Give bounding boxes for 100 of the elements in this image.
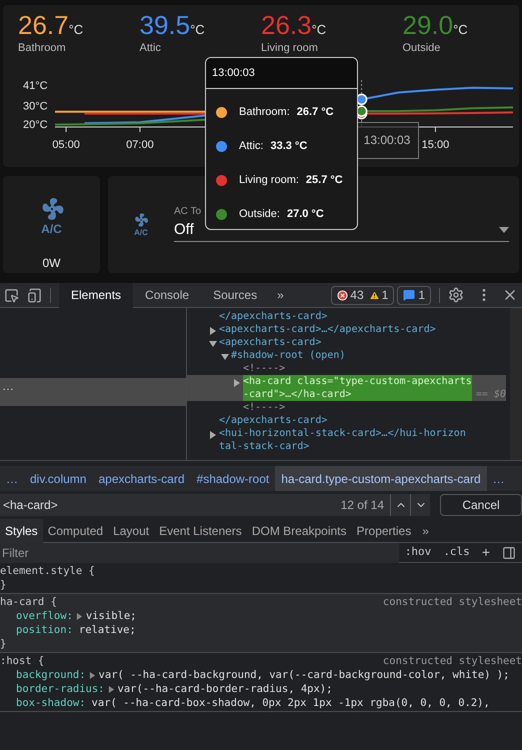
breadcrumb[interactable]: #shadow-root [190,466,276,491]
dom-node[interactable]: </apexcharts-card> [219,414,328,427]
caret-icon [499,227,509,233]
disclosure-triangle-icon[interactable] [209,431,217,439]
error-icon [337,290,348,300]
sensor-label: Living room [261,41,319,56]
breadcrumb[interactable]: ha-card.type-custom-apexcharts-card [275,466,487,491]
property-name: border-radius: [16,682,105,696]
search-field[interactable]: <ha-card> 12 of 14 [0,494,390,516]
disclosure-triangle-icon[interactable] [209,340,217,348]
rule-close: } [0,637,8,651]
rule-close: } [0,578,8,592]
series-value: 26.7 °C [296,104,334,120]
property-name: position: [16,623,73,637]
filter-field[interactable]: Filter [0,542,399,562]
fan-icon [133,212,149,228]
sidebar-tab[interactable]: Event Listeners [154,518,247,542]
series-name: Outside: [239,206,280,222]
expand-arrow-icon[interactable] [108,686,115,693]
sensor-label: Bathroom [18,41,67,56]
sidebar-tab[interactable]: Computed [42,518,108,542]
panel-tab[interactable]: Console [133,282,202,308]
match-count: 12 of 14 [340,497,385,514]
series-name: Living room: [239,172,299,188]
power-card[interactable]: A/C 0W [3,176,100,273]
dom-node[interactable]: #shadow-root (open) [231,349,346,362]
search-query: <ha-card> [3,497,59,514]
sensor-label: Outside [402,41,440,56]
x-axis-label: 05:00 [52,138,80,150]
x-axis-label: 15:00 [422,138,450,150]
series-name: Attic: [239,138,264,154]
unit-label: °C [190,21,205,39]
inspect-icon[interactable] [4,288,19,302]
more-tabs-button[interactable]: » [269,286,292,304]
class-button[interactable]: .cls [437,544,476,561]
panel-tab[interactable]: Elements [59,282,134,308]
sidebar-tab[interactable]: Layout [108,518,154,542]
select-value: Off [174,220,194,240]
crosshair-label: 13:00:03 [355,122,419,158]
series-value: 25.7 °C [306,172,343,188]
rule-selector: :host { [0,654,44,668]
y-axis-label: 41°C [23,80,48,92]
disclosure-triangle-icon[interactable] [233,379,241,387]
series-value: 27.0 °C [286,206,324,222]
sidebar-tab[interactable]: DOM Breakpoints [246,518,352,542]
dom-node[interactable]: <hui-horizontal-stack-card>…</hui-horizontal-stack-card> [219,427,469,453]
unit-label: °C [312,21,326,39]
breadcrumb[interactable]: div.column [24,466,92,491]
dom-node[interactable]: <apexcharts-card> [219,336,322,349]
comment-node[interactable]: <!----> [243,362,286,375]
x-axis-label: 07:00 [126,138,154,150]
expand-arrow-icon[interactable] [88,672,96,679]
settings-icon[interactable] [448,287,464,303]
next-match-button[interactable] [410,494,430,516]
property-name: box-shadow: [16,696,86,710]
power-reading: 0W [42,255,60,272]
temperature-value: 29.0 [402,10,454,40]
hover-state-button[interactable]: :hov [398,544,438,561]
tooltip-title: 13:00:03 [206,58,357,89]
sidebar-toggle-icon[interactable] [502,546,516,560]
page-row: … [0,378,186,406]
property-value: var( --ha-card-box-shadow, 0px 2px 1px -1px rgba(0, 0, 0, 0.2), [92,696,490,710]
rule-source: constructed stylesheet [382,654,522,668]
property-name: overflow: [16,609,73,623]
scrollbar[interactable] [510,308,522,460]
expand-arrow-icon[interactable] [76,613,83,620]
previous-match-button[interactable] [390,494,410,516]
property-value: var( --ha-card-background, var(--card-background-color, white) ); [98,668,510,682]
temperature-value: 26.3 [261,10,312,40]
warning-icon [368,290,380,300]
temperature-value: 39.5 [140,10,190,40]
breadcrumb[interactable]: … [0,466,24,491]
comment-node[interactable]: <!----> [243,401,286,414]
series-name: Bathroom: [239,104,290,120]
dom-node[interactable]: <apexcharts-card>…</apexcharts-card> [219,323,436,336]
warning-count: 1 [382,287,388,304]
messages-badge[interactable]: 1 [397,286,431,304]
more-tabs-button[interactable]: » [416,522,435,540]
unit-label: °C [68,21,84,39]
error-count: 43 [350,287,364,304]
new-rule-button[interactable]: + [476,542,496,563]
panel-tab[interactable]: Sources [201,282,270,308]
disclosure-triangle-icon[interactable] [221,353,229,361]
breadcrumb[interactable]: apexcharts-card [92,466,191,491]
rule-source: constructed stylesheet [382,595,522,609]
rule-selector: element.style { [0,564,95,578]
device-icon[interactable] [27,288,42,302]
property-value: var(--ha-card-border-radius, 4px); [118,682,332,696]
y-axis-label: 30°C [23,100,48,112]
rule-selector: ha-card { [0,595,57,609]
ac-label: A/C [134,228,148,238]
dom-node[interactable]: </apexcharts-card> [219,310,328,323]
disclosure-triangle-icon[interactable] [209,327,217,335]
breadcrumb[interactable]: … [486,466,511,491]
selected-marker: == $0 [476,388,506,401]
ac-label: A/C [41,222,62,236]
sidebar-tab[interactable]: Styles [0,518,43,542]
sidebar-tab[interactable]: Properties [352,518,416,542]
issues-badge[interactable]: 43 1 [331,286,394,304]
cancel-button[interactable]: Cancel [440,494,522,516]
